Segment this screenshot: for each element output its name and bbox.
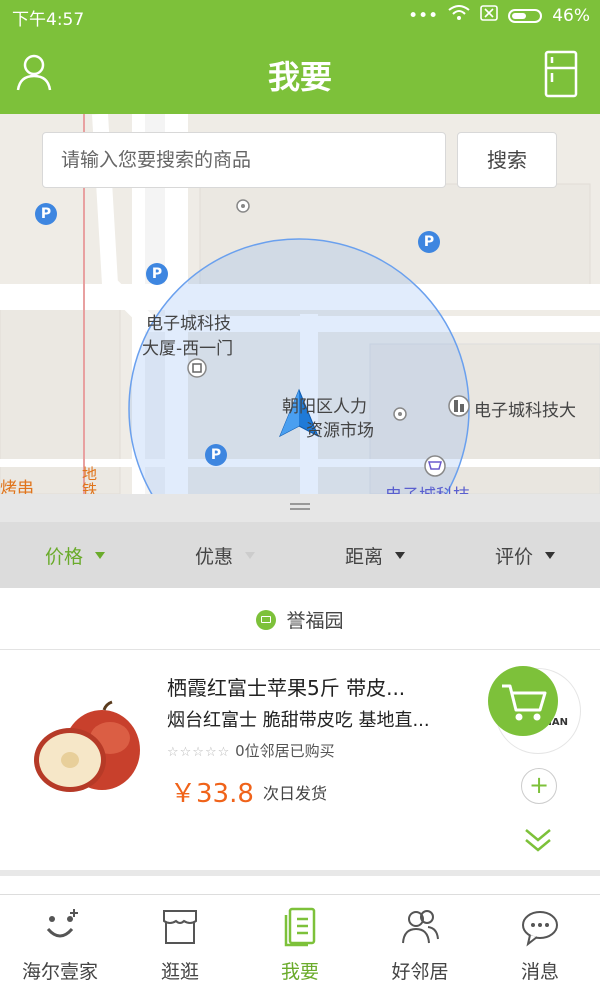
product-rating: ☆☆☆☆☆ 0位邻居已购买 <box>167 740 335 761</box>
nav-item-want[interactable]: 我要 <box>240 895 360 1000</box>
purchase-count: 0位邻居已购买 <box>235 742 335 760</box>
drawer-handle[interactable] <box>0 494 600 522</box>
parking-marker[interactable]: P <box>418 231 440 253</box>
triangle-down-icon <box>95 551 105 559</box>
add-quantity-button[interactable]: + <box>521 768 557 804</box>
chat-icon <box>522 911 558 947</box>
product-card[interactable]: 栖霞红富士苹果5斤 带皮... 烟台红富士 脆甜带皮吃 基地直... ☆☆☆☆☆… <box>0 650 600 870</box>
apple-product-image[interactable] <box>26 700 146 800</box>
poi-market-line2: 资源市场 <box>306 421 374 441</box>
status-time: 下午4:57 <box>12 10 85 30</box>
search-button[interactable]: 搜索 <box>457 132 557 188</box>
nav-item-browse[interactable]: 逛逛 <box>120 895 240 1000</box>
poi-market-line1: 朝阳区人力 <box>282 397 367 417</box>
parking-marker[interactable]: P <box>205 444 227 466</box>
poi-tower: 电子城科技大 <box>474 401 576 421</box>
store-header[interactable]: 誉福园 <box>0 588 600 650</box>
search-input[interactable] <box>59 133 443 187</box>
filter-discount[interactable]: 优惠 <box>150 522 300 588</box>
parking-marker[interactable]: P <box>35 203 57 225</box>
filter-label: 距离 <box>344 545 383 568</box>
shop-icon <box>163 910 197 944</box>
nav-item-messages[interactable]: 消息 <box>480 895 600 1000</box>
nav-label: 逛逛 <box>160 961 199 983</box>
triangle-down-icon <box>245 551 255 559</box>
expand-chevron-icon[interactable] <box>522 826 554 854</box>
wifi-icon <box>448 5 470 26</box>
store-icon <box>256 610 277 630</box>
more-dots-icon: ••• <box>408 5 439 26</box>
poi-subway: 地铁 <box>82 465 98 494</box>
cart-icon <box>502 684 547 721</box>
sim-icon <box>480 5 499 26</box>
triangle-down-icon <box>545 551 555 559</box>
poi-bbq: 烤串 <box>0 479 34 494</box>
filter-label: 优惠 <box>194 545 233 568</box>
nav-item-neighbors[interactable]: 好邻居 <box>360 895 480 1000</box>
nav-label: 我要 <box>280 961 319 983</box>
filter-rating[interactable]: 评价 <box>450 522 600 588</box>
nav-label: 消息 <box>520 961 559 983</box>
store-name: 誉福园 <box>286 610 344 632</box>
filter-bar: 价格 优惠 距离 评价 <box>0 522 600 588</box>
nav-label: 好邻居 <box>391 961 449 983</box>
filter-price[interactable]: 价格 <box>0 522 150 588</box>
list-divider <box>0 870 600 894</box>
battery-percent: 46% <box>552 5 590 26</box>
status-bar: 下午4:57 ••• 46% <box>0 0 600 32</box>
app-header: 我要 <box>0 32 600 114</box>
shipping-info: 次日发货 <box>263 784 328 803</box>
list-icon <box>284 907 316 947</box>
nav-item-home[interactable]: 海尔壹家 <box>0 895 120 1000</box>
poi-bottom: 电子城科技 <box>385 481 470 494</box>
parking-marker[interactable]: P <box>146 263 168 285</box>
add-to-cart-button[interactable] <box>488 666 558 736</box>
bottom-nav: 海尔壹家 逛逛 我要 好邻居 消息 <box>0 894 600 1000</box>
triangle-down-icon <box>395 551 405 559</box>
filter-label: 评价 <box>494 545 533 568</box>
rating-stars-icon: ☆☆☆☆☆ <box>167 745 231 760</box>
nav-label: 海尔壹家 <box>21 961 98 983</box>
product-title[interactable]: 栖霞红富士苹果5斤 带皮... <box>167 672 405 701</box>
search-field[interactable] <box>42 132 446 188</box>
filter-distance[interactable]: 距离 <box>300 522 450 588</box>
fridge-icon[interactable] <box>544 50 578 98</box>
smile-icon <box>46 909 78 938</box>
status-icons: ••• 46% <box>408 5 590 26</box>
poi-gate-line1: 电子城科技 <box>146 314 231 334</box>
people-icon <box>402 910 439 944</box>
product-subtitle: 烟台红富士 脆甜带皮吃 基地直... <box>167 710 430 731</box>
filter-label: 价格 <box>44 545 83 568</box>
battery-icon <box>508 8 543 23</box>
drag-handle-icon <box>290 503 310 513</box>
page-title: 我要 <box>267 58 332 96</box>
product-price: ￥33.8 <box>170 779 254 809</box>
poi-gate-line2: 大厦-西一门 <box>142 339 234 359</box>
